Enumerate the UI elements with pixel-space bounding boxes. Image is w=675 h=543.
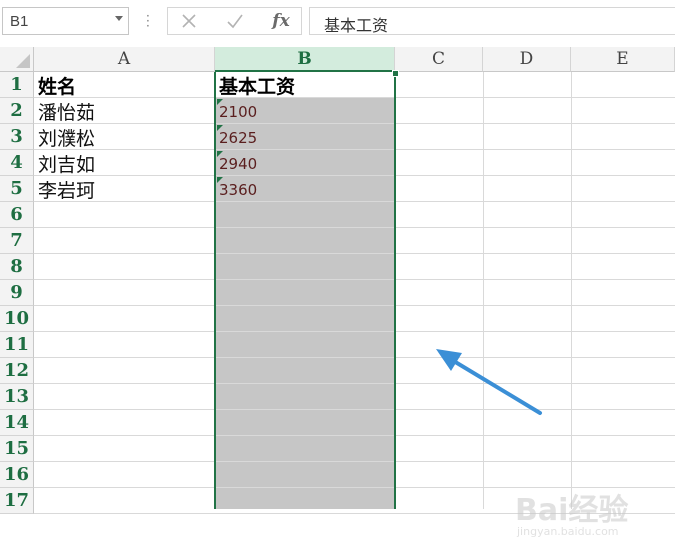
baidu-watermark: Bai经验 jingyan.baidu.com: [515, 483, 655, 543]
formula-actions: fx: [167, 7, 302, 35]
more-options-icon[interactable]: · · ·: [146, 10, 150, 32]
fx-label: fx: [272, 11, 290, 31]
annotation-arrow-icon: [436, 349, 542, 415]
watermark-logo: Bai经验: [515, 493, 629, 528]
name-box-value: B1: [10, 13, 29, 30]
chevron-down-icon[interactable]: [115, 16, 123, 21]
name-box[interactable]: B1: [2, 7, 129, 35]
formula-value: 基本工资: [324, 16, 389, 35]
close-icon[interactable]: [172, 8, 206, 34]
watermark-url: jingyan.baidu.com: [517, 525, 619, 538]
checkmark-icon[interactable]: [218, 8, 252, 34]
spreadsheet-grid[interactable]: A B C D E 1 2 3 4 5 6 7 8 9 10 11 12 13 14 15 16 17 姓名 基…: [0, 47, 675, 538]
formula-input[interactable]: 基本工资: [309, 7, 675, 35]
formula-bar: B1 · · · fx 基本工资: [0, 0, 675, 47]
insert-function-button[interactable]: fx: [264, 8, 298, 34]
